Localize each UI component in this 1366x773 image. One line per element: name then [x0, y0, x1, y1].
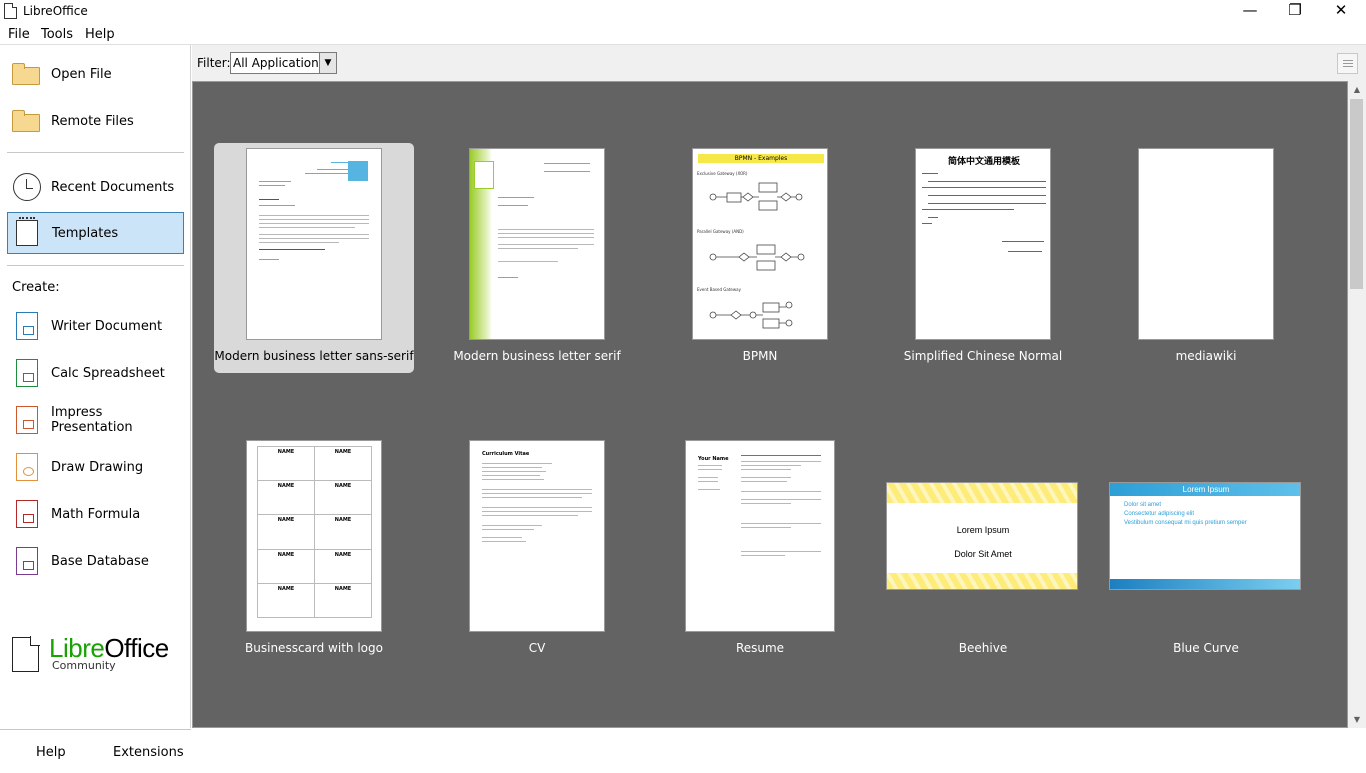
libreoffice-app-icon — [4, 3, 17, 19]
create-impress-presentation[interactable]: Impress Presentation — [7, 399, 184, 441]
scroll-down-arrow-icon[interactable]: ▼ — [1348, 711, 1366, 728]
templates-label: Templates — [52, 225, 119, 241]
remote-files-label: Remote Files — [51, 113, 134, 129]
template-name: Simplified Chinese Normal — [903, 349, 1063, 363]
template-thumbnail — [469, 148, 605, 340]
filter-dropdown[interactable]: All Applications ▼ — [230, 52, 337, 74]
template-thumbnail: Lorem Ipsum Dolor sit amet Consectetur a… — [1109, 482, 1301, 590]
logo-subtitle: Community — [52, 659, 116, 672]
template-thumbnail — [1138, 148, 1274, 340]
open-file-button[interactable]: Open File — [7, 53, 184, 95]
template-name: CV — [528, 641, 546, 655]
writer-icon — [11, 310, 43, 342]
template-item[interactable]: Modern business letter sans-serif — [214, 143, 414, 373]
create-heading: Create: — [12, 280, 60, 295]
scroll-up-arrow-icon[interactable]: ▲ — [1348, 81, 1366, 98]
template-item[interactable]: mediawiki — [1106, 143, 1306, 373]
svg-text:Parallel Gateway (AND): Parallel Gateway (AND) — [697, 229, 744, 234]
folder-icon — [11, 105, 43, 137]
recent-documents-label: Recent Documents — [51, 179, 175, 195]
template-item[interactable]: Your Name Resume — [660, 435, 860, 665]
help-button[interactable]: Help — [36, 745, 66, 760]
minimize-button[interactable]: — — [1227, 0, 1273, 23]
menu-bar: File Tools Help — [0, 23, 1366, 45]
create-base-database[interactable]: Base Database — [7, 540, 184, 582]
gallery-scrollbar[interactable]: ▲ ▼ — [1348, 81, 1366, 728]
filter-bar: Filter: All Applications ▼ — [192, 45, 1366, 81]
math-icon — [11, 498, 43, 530]
recent-documents-button[interactable]: Recent Documents — [7, 166, 184, 208]
template-thumbnail: BPMN - Examples Exclusive Gateway (XOR) … — [692, 148, 828, 340]
open-file-label: Open File — [51, 66, 112, 82]
template-name: Modern business letter serif — [453, 349, 621, 363]
template-item[interactable]: 简体中文通用模板 Simplified Chinese Normal — [883, 143, 1083, 373]
filter-value: All Applications — [233, 56, 325, 70]
close-button[interactable]: ✕ — [1318, 0, 1364, 23]
sidebar-divider — [7, 152, 184, 153]
menu-tools[interactable]: Tools — [41, 27, 73, 42]
template-name: Modern business letter sans-serif — [214, 349, 414, 363]
scroll-thumb[interactable] — [1350, 99, 1363, 289]
create-item-label: Calc Spreadsheet — [51, 365, 165, 381]
svg-text:Exclusive Gateway (XOR): Exclusive Gateway (XOR) — [697, 171, 748, 176]
template-name: Businesscard with logo — [245, 641, 383, 655]
template-name: Beehive — [958, 641, 1008, 655]
menu-help[interactable]: Help — [85, 27, 115, 42]
template-name: BPMN — [742, 349, 778, 363]
chevron-down-icon: ▼ — [319, 53, 336, 73]
folder-icon — [11, 58, 43, 90]
create-draw-drawing[interactable]: Draw Drawing — [7, 446, 184, 488]
template-gallery: Modern business letter sans-serif Modern… — [192, 81, 1348, 728]
template-name: Blue Curve — [1173, 641, 1239, 655]
templates-icon — [12, 217, 44, 249]
create-writer-document[interactable]: Writer Document — [7, 305, 184, 347]
template-thumbnail: Curriculum Vitae — [469, 440, 605, 632]
template-item[interactable]: Lorem Ipsum Dolor sit amet Consectetur a… — [1106, 435, 1306, 665]
clock-icon — [11, 171, 43, 203]
calc-icon — [11, 357, 43, 389]
sidebar-divider — [7, 265, 184, 266]
template-thumbnail: Lorem Ipsum Dolor Sit Amet — [886, 482, 1078, 590]
template-item[interactable]: Modern business letter serif — [437, 143, 637, 373]
svg-text:Event Based Gateway: Event Based Gateway — [697, 287, 742, 292]
filter-label: Filter: — [197, 56, 231, 70]
create-math-formula[interactable]: Math Formula — [7, 493, 184, 535]
create-item-label: Draw Drawing — [51, 459, 144, 475]
template-thumbnail: Your Name — [685, 440, 835, 632]
start-center-sidebar: Open File Remote Files Recent Documents … — [0, 45, 191, 760]
template-item[interactable]: BPMN - Examples Exclusive Gateway (XOR) … — [660, 143, 860, 373]
remote-files-button[interactable]: Remote Files — [7, 100, 184, 142]
template-thumbnail — [246, 148, 382, 340]
title-bar: LibreOffice — ❐ ✕ — [0, 0, 1366, 23]
create-item-label: Writer Document — [51, 318, 163, 334]
templates-button[interactable]: Templates — [7, 212, 184, 254]
impress-icon — [11, 404, 43, 436]
extensions-button[interactable]: Extensions — [113, 745, 184, 760]
template-name: mediawiki — [1175, 349, 1237, 363]
action-menu-button[interactable] — [1337, 53, 1358, 74]
window-title: LibreOffice — [23, 4, 88, 18]
menu-file[interactable]: File — [8, 27, 30, 42]
base-icon — [11, 545, 43, 577]
draw-icon — [11, 451, 43, 483]
template-item[interactable]: NAME NAME NAME NAME NAME NAME NAME NAME … — [214, 435, 414, 665]
template-name: Resume — [735, 641, 785, 655]
sidebar-footer: Help Extensions — [0, 729, 191, 773]
create-item-label: Impress Presentation — [51, 405, 133, 435]
maximize-button[interactable]: ❐ — [1272, 0, 1318, 23]
create-calc-spreadsheet[interactable]: Calc Spreadsheet — [7, 352, 184, 394]
create-item-label: Math Formula — [51, 506, 141, 522]
template-item[interactable]: Curriculum Vitae CV — [437, 435, 637, 665]
libreoffice-logo-icon — [12, 636, 40, 672]
create-item-label: Base Database — [51, 553, 149, 569]
template-thumbnail: NAME NAME NAME NAME NAME NAME NAME NAME … — [246, 440, 382, 632]
template-item[interactable]: Lorem Ipsum Dolor Sit Amet Beehive — [883, 435, 1083, 665]
template-thumbnail: 简体中文通用模板 — [915, 148, 1051, 340]
